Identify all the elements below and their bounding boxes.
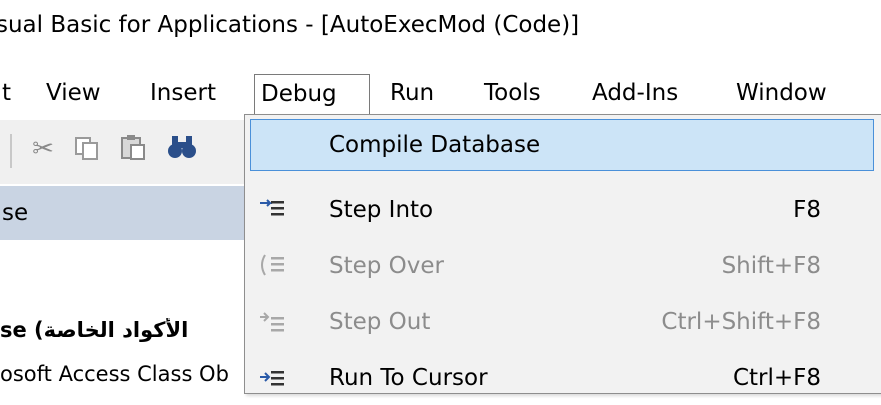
standard-toolbar: ✂ xyxy=(0,120,245,184)
menu-item-shortcut: Ctrl+F8 xyxy=(732,365,821,391)
title-bar: sual Basic for Applications - [AutoExecM… xyxy=(0,0,881,66)
menu-item-label: Step Into xyxy=(329,197,434,223)
menu-item-step-into[interactable]: Step Into F8 xyxy=(245,183,881,237)
menu-item-shortcut: Ctrl+Shift+F8 xyxy=(661,309,821,335)
menu-edit[interactable]: t xyxy=(0,74,17,114)
paste-icon[interactable] xyxy=(118,132,148,166)
menu-item-label: Compile Database xyxy=(329,132,541,158)
cut-icon[interactable]: ✂ xyxy=(28,132,58,166)
menu-item-label: Run To Cursor xyxy=(329,365,488,391)
project-item-selected[interactable]: se xyxy=(0,186,245,240)
menu-add-ins[interactable]: Add-Ins xyxy=(586,74,684,114)
project-item-class-objects[interactable]: osoft Access Class Ob xyxy=(0,362,245,386)
menu-window[interactable]: Window xyxy=(730,74,833,114)
copy-icon[interactable] xyxy=(72,132,102,166)
menu-item-shortcut: F8 xyxy=(793,197,821,223)
menu-insert[interactable]: Insert xyxy=(144,74,222,114)
menu-item-run-to-cursor[interactable]: Run To Cursor Ctrl+F8 xyxy=(245,351,881,405)
menu-item-label: Step Out xyxy=(329,309,431,335)
menu-item-step-over[interactable]: Step Over Shift+F8 xyxy=(245,239,881,293)
step-over-icon xyxy=(257,251,287,281)
menu-view[interactable]: View xyxy=(40,74,107,114)
menu-item-shortcut: Shift+F8 xyxy=(721,253,821,279)
menu-item-step-out[interactable]: Step Out Ctrl+Shift+F8 xyxy=(245,295,881,349)
step-out-icon xyxy=(257,307,287,337)
find-icon[interactable] xyxy=(166,132,196,166)
menu-tools[interactable]: Tools xyxy=(478,74,547,114)
project-item-module-group[interactable]: se (الأكواد الخاصة xyxy=(0,318,245,342)
menu-item-compile-database[interactable]: Compile Database xyxy=(250,119,874,171)
toolbar-separator xyxy=(10,134,12,168)
window-title: sual Basic for Applications - [AutoExecM… xyxy=(0,12,580,38)
debug-dropdown-menu: Compile Database Step Into F8 Step Over … xyxy=(244,114,881,394)
project-explorer: se se (الأكواد الخاصة osoft Access Class… xyxy=(0,184,245,386)
menu-bar: t View Insert Debug Run Tools Add-Ins Wi… xyxy=(0,66,881,120)
step-into-icon xyxy=(257,195,287,225)
menu-run[interactable]: Run xyxy=(384,74,440,114)
run-to-cursor-icon xyxy=(257,363,287,393)
menu-item-label: Step Over xyxy=(329,253,444,279)
